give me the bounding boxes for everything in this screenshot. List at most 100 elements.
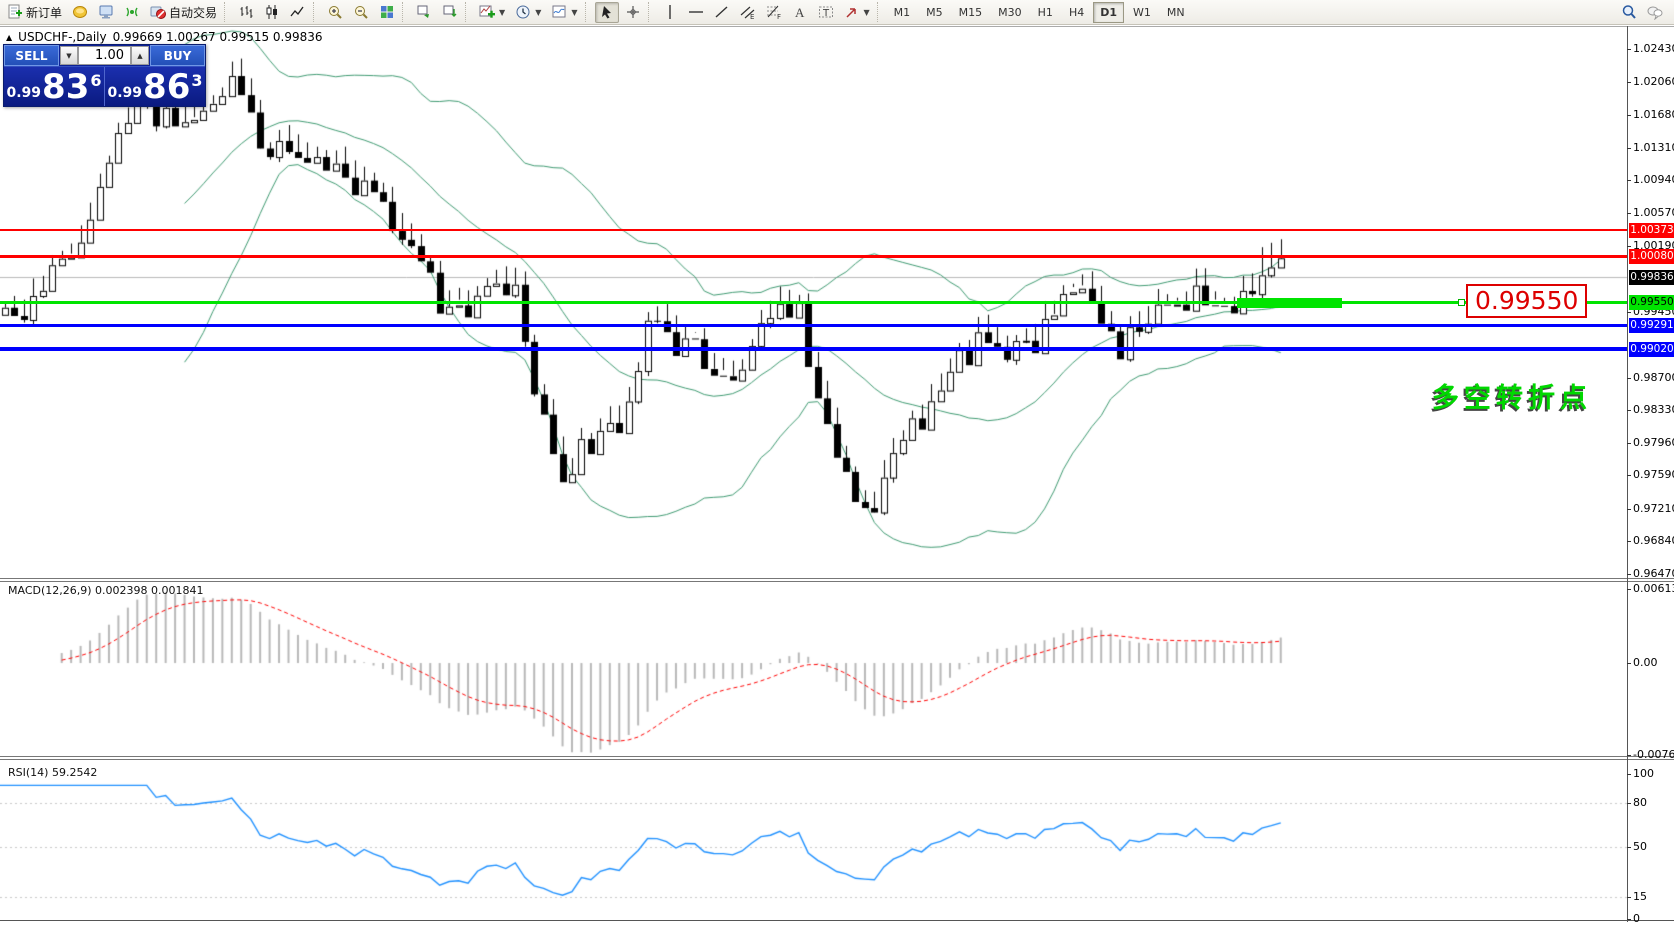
toolbar-arrange-vertical-button[interactable] (438, 2, 462, 23)
axis-tick-mark (1627, 774, 1631, 775)
price-text-object[interactable]: 0.99550 (1466, 284, 1587, 318)
toolbar-zoom-out-button[interactable] (349, 2, 373, 23)
price-tick-label: 0.96470 (1633, 567, 1674, 580)
toolbar-text-label-button[interactable]: T (814, 2, 838, 23)
dropdown-caret-icon[interactable]: ▼ (571, 8, 577, 17)
axis-tick-mark (1627, 574, 1631, 575)
chart-canvas[interactable] (0, 26, 1674, 946)
panel-separator-rsi[interactable] (0, 756, 1674, 760)
svg-text:A: A (795, 5, 805, 20)
one-click-trade-panel: SELL ▼ 1.00 ▲ BUY 0.99 83 6 0.99 86 3 (3, 44, 206, 107)
axis-tick-mark (1627, 755, 1631, 756)
timeframe-MN-button[interactable]: MN (1160, 2, 1192, 23)
dropdown-caret-icon[interactable]: ▼ (535, 8, 541, 17)
toolbar-add-indicator-button[interactable]: ▼ (475, 2, 509, 23)
toolbar-channel-button[interactable]: E (736, 2, 760, 23)
dropdown-caret-icon[interactable]: ▼ (499, 8, 505, 17)
toolbar-signal-button[interactable] (120, 2, 144, 23)
sell-price-display[interactable]: 0.99 83 6 (4, 67, 105, 106)
toolbar-arrange-cascade-button[interactable] (412, 2, 436, 23)
period-clock-icon (515, 4, 531, 20)
volume-increase-button[interactable]: ▲ (131, 46, 149, 65)
sell-button[interactable]: SELL (4, 45, 59, 66)
object-selection-handle[interactable] (1458, 299, 1465, 306)
toolbar-cursor-button[interactable] (595, 2, 619, 23)
toolbar-trendline-button[interactable] (710, 2, 734, 23)
toolbar-period-clock-button[interactable]: ▼ (511, 2, 545, 23)
svg-text:E: E (750, 13, 754, 20)
toolbar-horizontal-line-button[interactable] (684, 2, 708, 23)
toolbar-bar-chart-button[interactable] (234, 2, 258, 23)
ohlc-values: 0.99669 1.00267 0.99515 0.99836 (113, 30, 323, 44)
timeframe-M5-button[interactable]: M5 (919, 2, 950, 23)
toolbar-fibonacci-button[interactable]: F (762, 2, 786, 23)
axis-tick-mark (1627, 378, 1631, 379)
price-tick-label: 0.96840 (1633, 534, 1674, 547)
toolbar-arrows-button[interactable]: ▼ (840, 2, 874, 23)
text-icon: A (792, 4, 808, 20)
volume-decrease-button[interactable]: ▼ (60, 46, 78, 65)
buy-button[interactable]: BUY (150, 45, 205, 66)
axis-tick-mark (1627, 541, 1631, 542)
main-toolbar: 新订单 自动交易 ▼ ▼ ▼ E FA T ▼ M1M5M15M30H1H4D1W1MN (0, 0, 1674, 25)
autotrade-icon (150, 4, 166, 20)
horizontal-line-icon (688, 4, 704, 20)
toolbar-coin-button[interactable] (68, 2, 92, 23)
svg-text:T: T (822, 8, 830, 19)
zoom-in-icon (327, 4, 343, 20)
horizontal-line-object[interactable] (0, 229, 1627, 231)
toolbar-search-button[interactable] (1617, 2, 1641, 23)
price-tick-label: 0.97960 (1633, 436, 1674, 449)
horizontal-line-object[interactable] (0, 255, 1627, 258)
toolbar-line-chart-button[interactable] (286, 2, 310, 23)
timeframe-D1-button[interactable]: D1 (1093, 2, 1124, 23)
price-level-badge: 0.99291 (1629, 318, 1674, 333)
macd-tick-label: -0.007612 (1633, 748, 1674, 761)
turning-point-annotation[interactable]: 多空转折点 (1432, 376, 1592, 415)
macd-tick-label: 0.00613 (1633, 582, 1674, 595)
template-icon (551, 4, 567, 20)
toolbar-crosshair-button[interactable] (621, 2, 645, 23)
timeframe-W1-button[interactable]: W1 (1126, 2, 1158, 23)
thick-green-trendline[interactable] (1237, 298, 1342, 308)
trendline-icon (714, 4, 730, 20)
collapse-triangle-icon[interactable]: ▲ (6, 33, 12, 42)
buy-price-display[interactable]: 0.99 86 3 (105, 67, 205, 106)
timeframe-M30-button[interactable]: M30 (991, 2, 1029, 23)
timeframe-M15-button[interactable]: M15 (952, 2, 990, 23)
price-tick-label: 1.01310 (1633, 141, 1674, 154)
channel-icon: E (740, 4, 756, 20)
toolbar-new-order-button[interactable]: 新订单 (3, 2, 66, 23)
price-tick-label: 0.98700 (1633, 371, 1674, 384)
horizontal-line-object[interactable] (0, 324, 1627, 327)
toolbar-separator (648, 2, 655, 22)
zoom-out-icon (353, 4, 369, 20)
toolbar-template-button[interactable]: ▼ (547, 2, 581, 23)
timeframe-M1-button[interactable]: M1 (887, 2, 918, 23)
axis-tick-mark (1627, 509, 1631, 510)
toolbar-chat-button[interactable] (1643, 2, 1667, 23)
axis-tick-mark (1627, 443, 1631, 444)
toolbar-autotrade-button[interactable]: 自动交易 (146, 2, 221, 23)
toolbar-separator (585, 2, 592, 22)
axis-tick-mark (1627, 663, 1631, 664)
toolbar-tile-windows-button[interactable] (375, 2, 399, 23)
toolbar-zoom-in-button[interactable] (323, 2, 347, 23)
volume-input[interactable]: 1.00 (78, 46, 131, 65)
price-level-badge: 0.99836 (1629, 270, 1674, 285)
macd-tick-label: 0.00 (1633, 656, 1658, 669)
panel-separator-macd[interactable] (0, 578, 1674, 582)
toolbar-candle-chart-button[interactable] (260, 2, 284, 23)
horizontal-line-object[interactable] (0, 301, 1627, 304)
timeframe-H4-button[interactable]: H4 (1062, 2, 1091, 23)
horizontal-line-object[interactable] (0, 347, 1627, 351)
timeframe-H1-button[interactable]: H1 (1031, 2, 1060, 23)
axis-tick-mark (1627, 803, 1631, 804)
toolbar-monitor-button[interactable] (94, 2, 118, 23)
toolbar-text-button[interactable]: A (788, 2, 812, 23)
search-icon (1621, 4, 1637, 20)
dropdown-caret-icon[interactable]: ▼ (864, 8, 870, 17)
toolbar-vertical-line-button[interactable] (658, 2, 682, 23)
axis-tick-mark (1627, 312, 1631, 313)
axis-tick-mark (1627, 897, 1631, 898)
